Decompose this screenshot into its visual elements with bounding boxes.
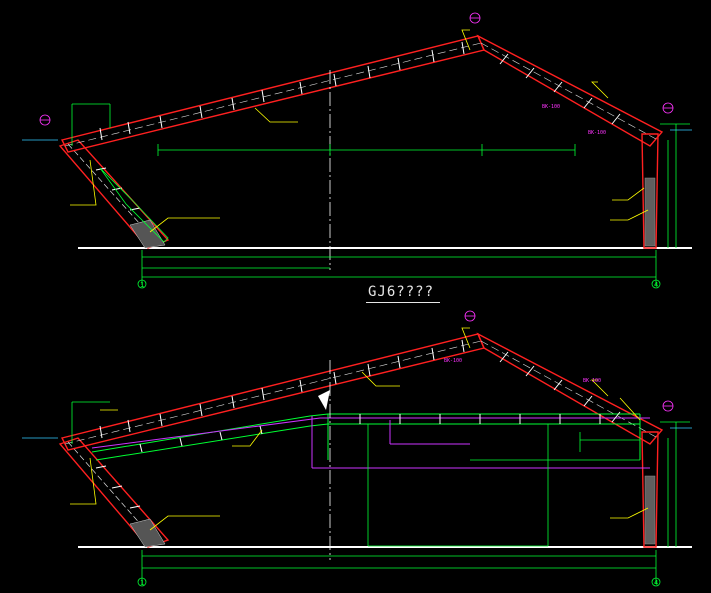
rafter-left — [60, 35, 485, 153]
section-title: GJ6???? — [368, 284, 435, 300]
section-tag-2: BK-100 — [588, 130, 606, 136]
right-column-bottom — [641, 431, 659, 548]
top-elevation: 1 4 BK-100 BK-100 — [22, 12, 692, 289]
leaders-top — [70, 29, 649, 233]
axis-label-right-bottom: 4 — [654, 579, 658, 587]
apex-connector — [318, 390, 330, 410]
section-tag-3: BK-100 — [444, 358, 462, 364]
axis-label-right-top: 4 — [654, 281, 658, 289]
axis-label-left-top: 1 — [140, 281, 144, 289]
rafter-right — [476, 34, 664, 147]
section-title-underline — [366, 302, 440, 303]
section-symbols-bottom — [464, 310, 674, 412]
axis-bubbles-bottom: 1 4 — [137, 577, 661, 587]
section-tag-1: BK-100 — [542, 104, 560, 110]
cad-drawing-canvas: 1 4 BK-100 BK-100 1 4 BK-100 BK-100 — [22, 12, 692, 587]
section-symbols-top — [39, 12, 674, 126]
leaders-bottom — [70, 327, 649, 531]
right-column — [641, 133, 659, 249]
rafter-left-bottom — [60, 333, 485, 451]
rafter-right-bottom — [476, 332, 664, 445]
bottom-elevation: 1 4 BK-100 BK-100 — [22, 310, 692, 587]
dimensions-bottom — [71, 401, 690, 584]
axis-label-left-bottom: 1 — [140, 579, 144, 587]
section-tag-4: BK-100 — [583, 378, 601, 384]
